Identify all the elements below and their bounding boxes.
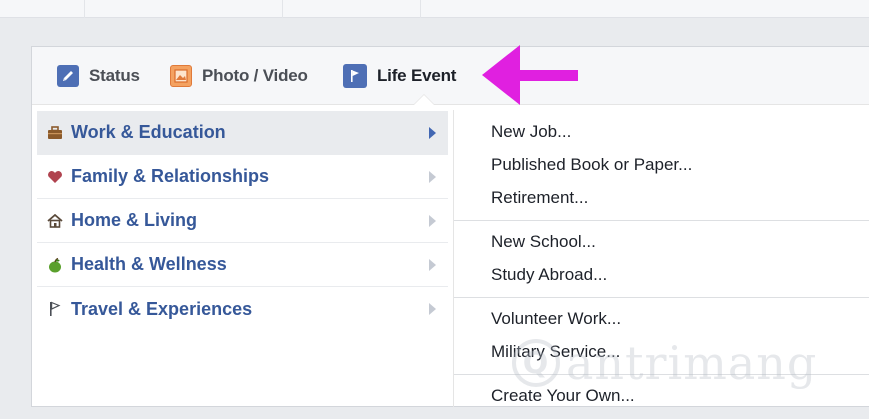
photo-icon: [170, 65, 192, 87]
submenu-group: New School... Study Abroad...: [454, 221, 869, 298]
category-label: Health & Wellness: [71, 254, 227, 274]
house-icon: [46, 212, 64, 230]
submenu-item[interactable]: Study Abroad...: [454, 258, 869, 291]
submenu-item[interactable]: Military Service...: [454, 335, 869, 368]
heart-icon: [46, 168, 64, 186]
chevron-right-icon: [429, 258, 436, 271]
tab-label: Status: [89, 66, 140, 85]
briefcase-icon: [46, 124, 64, 142]
flag-icon: [343, 64, 367, 88]
category-family-relationships[interactable]: Family & Relationships: [37, 155, 448, 199]
tab-status[interactable]: Status: [57, 64, 140, 88]
flag-icon: [46, 300, 64, 318]
selected-tab-caret: [414, 95, 434, 105]
life-event-submenu: New Job... Published Book or Paper... Re…: [454, 111, 869, 418]
chevron-right-icon: [429, 170, 436, 183]
submenu-item[interactable]: Published Book or Paper...: [454, 148, 869, 181]
chevron-right-icon: [429, 303, 436, 315]
tab-label: Photo / Video: [202, 66, 308, 85]
category-home-living[interactable]: Home & Living: [37, 199, 448, 243]
category-label: Home & Living: [71, 210, 198, 230]
submenu-item[interactable]: Retirement...: [454, 181, 869, 214]
submenu-item[interactable]: Volunteer Work...: [454, 302, 869, 335]
submenu-item[interactable]: Create Your Own...: [454, 379, 869, 412]
category-work-education[interactable]: Work & Education: [37, 111, 448, 155]
chevron-right-icon: [429, 126, 436, 139]
composer-tabs: Status Photo / Video Life Event: [32, 47, 869, 105]
category-label: Work & Education: [71, 122, 226, 142]
category-label: Family & Relationships: [71, 166, 270, 186]
category-label: Travel & Experiences: [71, 298, 253, 319]
tab-label: Life Event: [377, 66, 457, 85]
category-health-wellness[interactable]: Health & Wellness: [37, 243, 448, 287]
top-divider: [282, 0, 283, 18]
submenu-item[interactable]: New School...: [454, 225, 869, 258]
top-strip: [0, 0, 869, 18]
category-travel-experiences[interactable]: Travel & Experiences: [37, 287, 448, 331]
submenu-group: Volunteer Work... Military Service...: [454, 298, 869, 375]
apple-icon: [46, 256, 64, 274]
pencil-icon: [57, 65, 79, 87]
submenu-group: New Job... Published Book or Paper... Re…: [454, 111, 869, 221]
submenu-group: Create Your Own...: [454, 375, 869, 418]
top-divider: [84, 0, 85, 18]
tab-life-event[interactable]: Life Event: [343, 64, 456, 88]
life-event-category-menu: Work & Education Family & Relationships …: [37, 111, 448, 331]
submenu-item[interactable]: New Job...: [454, 115, 869, 148]
top-divider: [420, 0, 421, 18]
tab-photo-video[interactable]: Photo / Video: [170, 64, 308, 88]
annotation-arrow-icon: [482, 45, 578, 105]
chevron-right-icon: [429, 214, 436, 227]
